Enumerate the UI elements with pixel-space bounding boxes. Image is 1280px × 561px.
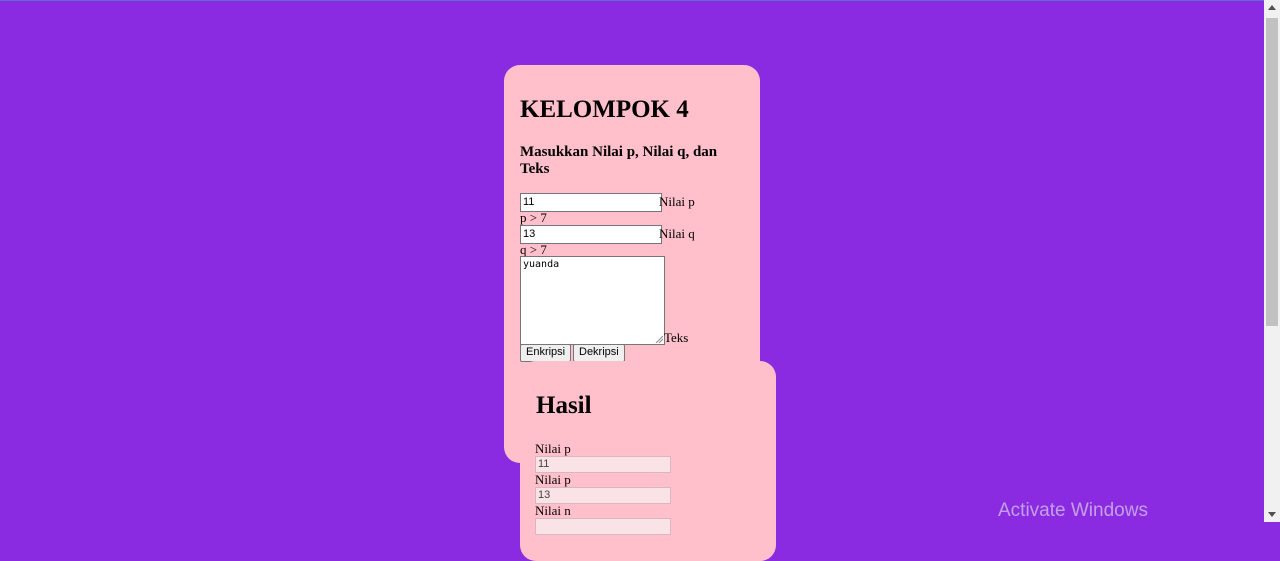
scrollbar[interactable] xyxy=(1264,0,1280,522)
result-label-q: Nilai p xyxy=(535,472,571,487)
resize-grip-icon[interactable] xyxy=(655,335,663,343)
text-input-value: yuanda xyxy=(523,259,560,270)
scrollbar-thumb[interactable] xyxy=(1266,18,1278,326)
text-input[interactable]: yuanda xyxy=(520,256,665,345)
result-card: Hasil Nilai p 11 Nilai p 13 Nilai n xyxy=(520,361,776,561)
scroll-down-icon[interactable] xyxy=(1264,506,1280,522)
text-label: Teks xyxy=(664,330,689,345)
result-label-n: Nilai n xyxy=(535,503,571,518)
q-label: Nilai q xyxy=(659,226,695,241)
result-n-field[interactable] xyxy=(535,518,671,535)
decrypt-button[interactable]: Dekripsi xyxy=(573,344,625,362)
result-q-field[interactable]: 13 xyxy=(535,487,671,504)
result-title: Hasil xyxy=(536,392,592,419)
page-title: KELOMPOK 4 xyxy=(520,96,689,123)
activate-windows-watermark: Activate Windows xyxy=(998,500,1148,521)
p-hint: p > 7 xyxy=(520,210,547,225)
form-subtitle: Masukkan Nilai p, Nilai q, dan Teks xyxy=(520,144,718,177)
p-label: Nilai p xyxy=(659,194,695,209)
scroll-up-icon[interactable] xyxy=(1264,0,1280,16)
encrypt-button[interactable]: Enkripsi xyxy=(520,344,572,362)
top-border xyxy=(0,0,1264,1)
result-label-p: Nilai p xyxy=(535,441,571,456)
result-p-field[interactable]: 11 xyxy=(535,456,671,473)
